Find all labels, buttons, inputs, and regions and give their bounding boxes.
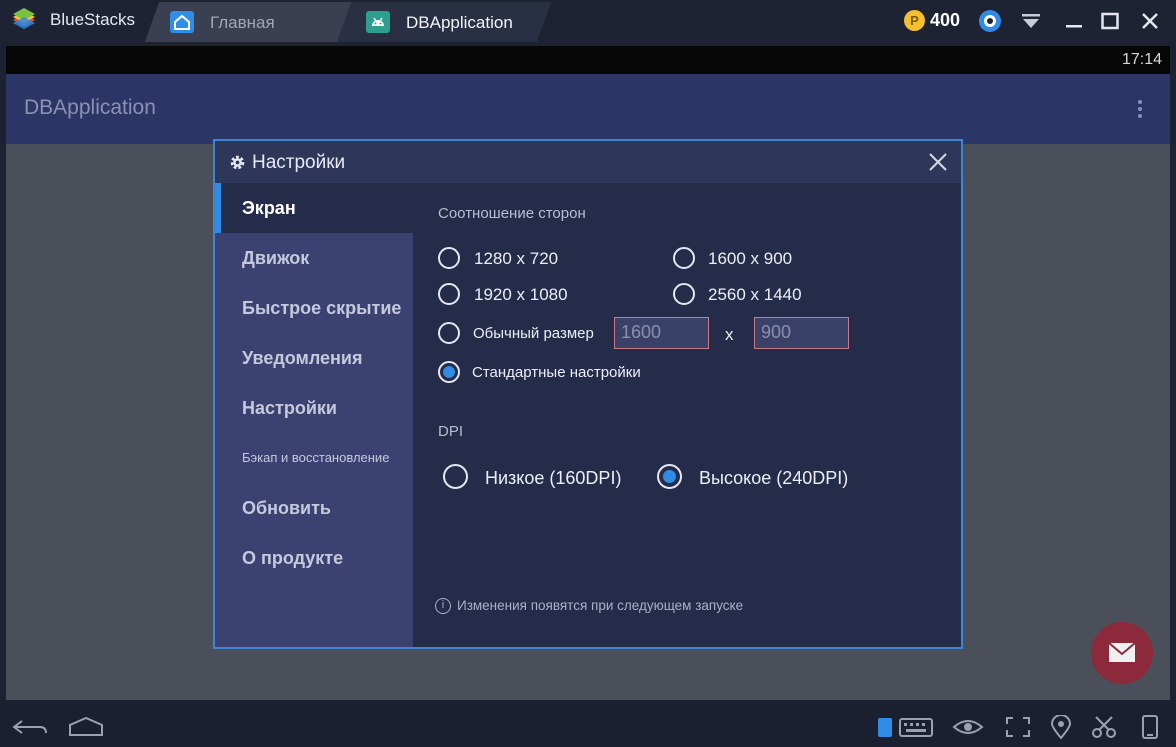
custom-size-label: Обычный размер	[473, 325, 594, 342]
keyboard-icon[interactable]	[876, 715, 936, 739]
radio-2560x1440[interactable]	[673, 283, 695, 305]
window-close-icon[interactable]	[1138, 9, 1162, 33]
overflow-menu-icon[interactable]	[1138, 100, 1144, 120]
app-toolbar: DBApplication	[6, 74, 1170, 144]
sidebar-item-notifications[interactable]: Уведомления	[215, 333, 413, 383]
title-bar: BlueStacks Главная DBApplication P 400	[0, 0, 1176, 42]
maximize-icon[interactable]	[1098, 9, 1122, 33]
sidebar-item-quick-hide[interactable]: Быстрое скрытие	[215, 283, 413, 333]
custom-height-input[interactable]: 900	[754, 317, 849, 349]
sidebar-item-backup-restore[interactable]: Бэкап и восстановление	[215, 433, 413, 483]
scissors-icon[interactable]	[1090, 715, 1118, 739]
option-1920x1080-label: 1920 x 1080	[474, 285, 568, 304]
dpi-high-label: Высокое (240DPI)	[699, 468, 849, 488]
gear-icon	[230, 155, 245, 170]
radio-1280x720[interactable]	[438, 247, 460, 269]
home-nav-icon[interactable]	[66, 715, 106, 739]
back-icon[interactable]	[10, 715, 50, 739]
mail-icon	[1108, 642, 1136, 662]
dialog-title: Настройки	[252, 152, 346, 173]
sidebar-item-update[interactable]: Обновить	[215, 483, 413, 533]
phone-rotate-icon[interactable]	[1138, 715, 1162, 739]
radio-dpi-high[interactable]	[657, 464, 682, 489]
mail-fab-button[interactable]	[1091, 622, 1153, 684]
settings-dialog: Настройки Экран Движок Быстрое скрытие У…	[213, 139, 963, 649]
app-screen-title: DBApplication	[24, 96, 156, 119]
bottom-toolbar	[0, 705, 1176, 747]
tab-home-label: Главная	[210, 13, 275, 32]
dpi-heading: DPI	[438, 423, 464, 440]
eye-icon[interactable]	[952, 715, 984, 739]
status-clock: 17:14	[1121, 51, 1162, 68]
location-icon[interactable]	[1048, 715, 1074, 739]
close-icon[interactable]	[925, 149, 951, 175]
resolution-heading: Соотношение сторон	[438, 205, 586, 222]
info-icon: i	[435, 598, 451, 614]
radio-dpi-low[interactable]	[443, 464, 468, 489]
sidebar-item-about[interactable]: О продукте	[215, 533, 413, 583]
radio-default-settings[interactable]	[438, 361, 460, 383]
option-1280x720-label: 1280 x 720	[474, 249, 559, 268]
times-sign: x	[725, 325, 734, 344]
coin-count: 400	[930, 10, 961, 30]
dpi-low-label: Низкое (160DPI)	[485, 468, 622, 488]
radio-custom-size[interactable]	[438, 322, 460, 344]
android-icon	[366, 11, 390, 33]
bluestacks-logo-icon	[13, 8, 35, 29]
coin-icon: P	[904, 10, 925, 31]
sidebar-item-screen[interactable]: Экран	[215, 183, 413, 233]
app-name: BlueStacks	[50, 10, 136, 29]
radio-1600x900[interactable]	[673, 247, 695, 269]
settings-sidebar: Экран Движок Быстрое скрытие Уведомления…	[215, 183, 413, 647]
custom-width-input[interactable]: 1600	[614, 317, 709, 349]
tab-dbapplication[interactable]: DBApplication	[336, 2, 552, 42]
option-1600x900-label: 1600 x 900	[708, 249, 793, 268]
account-icon[interactable]	[978, 9, 1002, 33]
fullscreen-icon[interactable]	[1004, 715, 1032, 739]
dialog-header: Настройки	[215, 141, 961, 183]
restart-note: Изменения появятся при следующем запуске	[457, 598, 744, 613]
default-settings-label: Стандартные настройки	[472, 364, 641, 381]
sidebar-item-preferences[interactable]: Настройки	[215, 383, 413, 433]
radio-1920x1080[interactable]	[438, 283, 460, 305]
home-icon	[170, 11, 194, 33]
sidebar-item-engine[interactable]: Движок	[215, 233, 413, 283]
android-status-bar: 17:14	[6, 46, 1170, 74]
option-2560x1440-label: 2560 x 1440	[708, 285, 802, 304]
tab-dbapplication-label: DBApplication	[406, 13, 513, 32]
dropdown-menu-icon[interactable]	[1019, 9, 1043, 33]
minimize-icon[interactable]	[1062, 9, 1086, 33]
tab-home[interactable]: Главная	[144, 2, 356, 42]
